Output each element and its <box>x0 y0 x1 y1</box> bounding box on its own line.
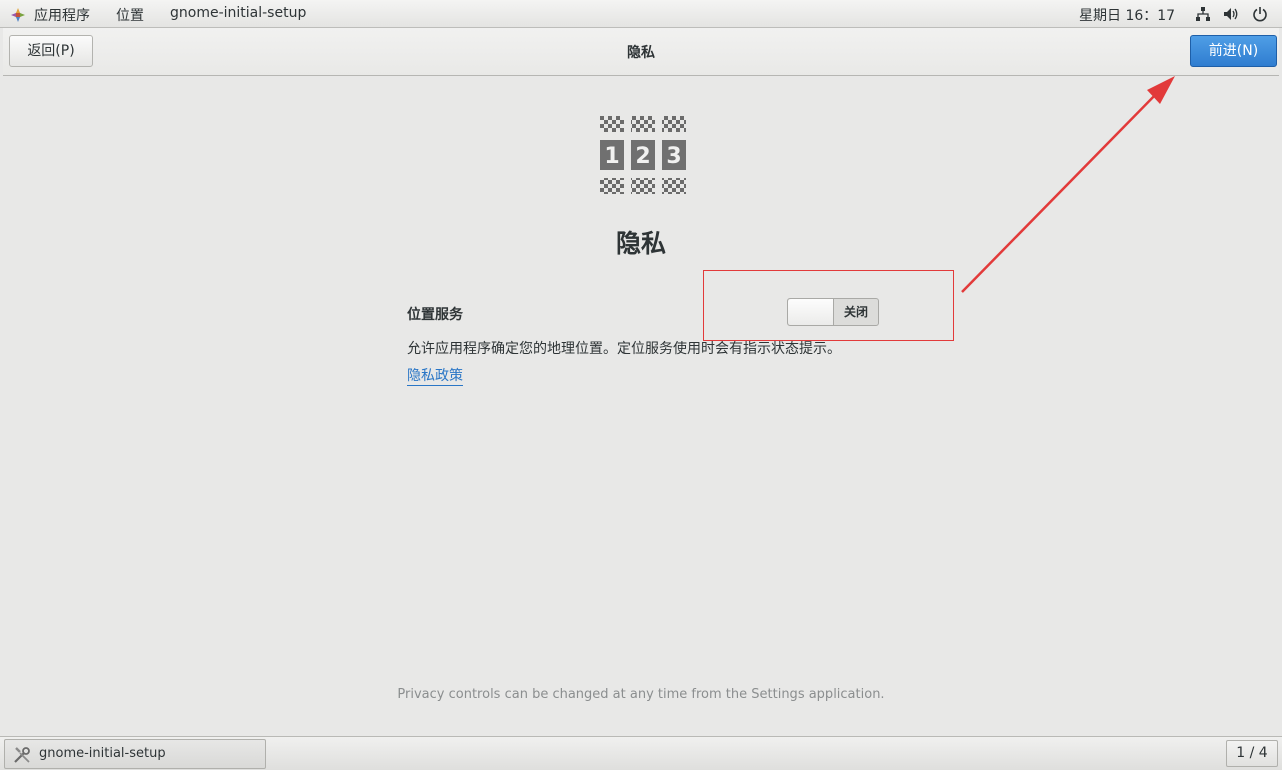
applications-icon[interactable] <box>10 7 26 23</box>
taskbar-window-button[interactable]: gnome-initial-setup <box>4 739 266 769</box>
places-menu[interactable]: 位置 <box>116 5 144 25</box>
workspace-pager[interactable]: 1 / 4 <box>1226 740 1278 767</box>
svg-text:2: 2 <box>635 144 650 169</box>
applications-menu[interactable]: 应用程序 <box>34 5 90 25</box>
tools-icon <box>14 747 30 763</box>
clock[interactable]: 星期日 16：17 <box>1079 5 1175 25</box>
next-button[interactable]: 前进(N) <box>1190 35 1277 67</box>
taskbar: gnome-initial-setup 1 / 4 <box>0 736 1282 770</box>
location-services-description: 允许应用程序确定您的地理位置。定位服务使用时会有指示状态提示。 <box>407 341 841 357</box>
network-icon[interactable] <box>1195 6 1211 22</box>
privacy-page: 1 2 3 隐私 位置服务 关闭 允许应用程序确定您的地理位置。定位服务使用时会… <box>3 76 1279 736</box>
top-bar: 应用程序 位置 gnome-initial-setup 星期日 16：17 <box>0 0 1282 28</box>
page-heading: 隐私 <box>615 229 666 258</box>
switch-knob[interactable] <box>788 299 834 325</box>
volume-icon[interactable] <box>1223 6 1239 22</box>
location-services-switch[interactable]: 关闭 <box>787 298 879 326</box>
active-window-title[interactable]: gnome-initial-setup <box>170 5 306 21</box>
power-icon[interactable] <box>1252 6 1268 22</box>
switch-state-label: 关闭 <box>843 305 868 319</box>
location-services-label: 位置服务 <box>407 307 463 323</box>
footer-note: Privacy controls can be changed at any t… <box>397 687 885 702</box>
taskbar-window-label: gnome-initial-setup <box>39 746 166 761</box>
header-title: 隐私 <box>627 45 655 61</box>
privacy-123-icon: 1 2 3 <box>600 116 686 194</box>
svg-text:1: 1 <box>604 144 619 169</box>
svg-text:3: 3 <box>666 144 681 169</box>
privacy-policy-link[interactable]: 隐私政策 <box>407 367 463 386</box>
header-bar: 返回(P) 隐私 前进(N) <box>3 28 1279 76</box>
